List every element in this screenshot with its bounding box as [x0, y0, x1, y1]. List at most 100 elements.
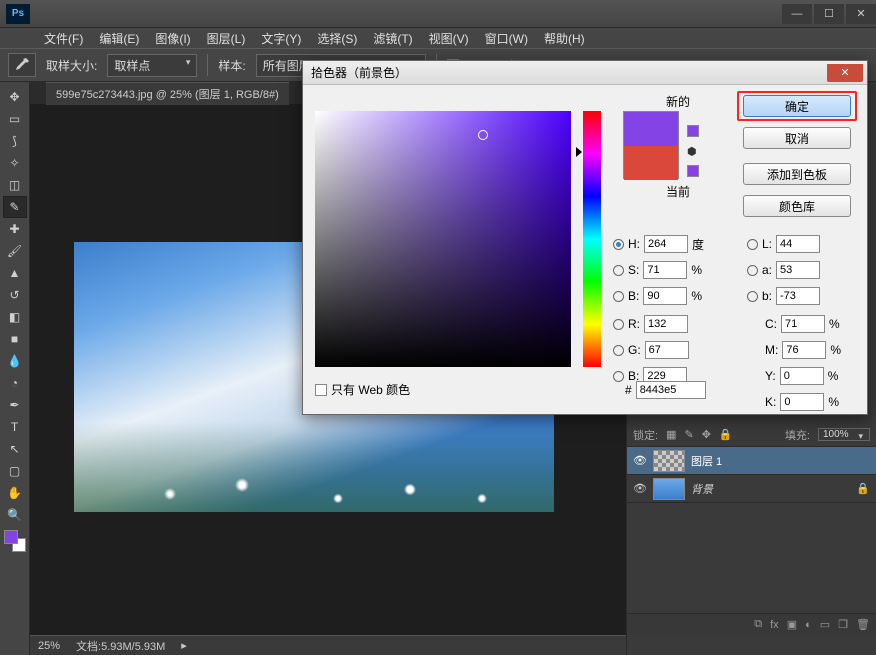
s-input[interactable]	[643, 261, 687, 279]
menu-help[interactable]: 帮助(H)	[538, 28, 591, 49]
color-swatches[interactable]	[4, 530, 26, 552]
r-radio[interactable]	[613, 319, 624, 330]
c-input[interactable]	[781, 315, 825, 333]
close-button[interactable]: ✕	[846, 4, 876, 24]
link-icon[interactable]: ⧉	[754, 618, 762, 631]
dialog-title-bar[interactable]: 拾色器（前景色） ✕	[303, 61, 867, 85]
tool-wand[interactable]: ✧	[4, 153, 26, 173]
tool-marquee[interactable]: ▭	[4, 109, 26, 129]
tool-lasso[interactable]: ⟆	[4, 131, 26, 151]
menu-image[interactable]: 图像(I)	[149, 28, 196, 49]
hex-input[interactable]	[636, 381, 706, 399]
menu-filter[interactable]: 滤镜(T)	[367, 28, 418, 49]
tool-brush[interactable]: 🖌	[4, 241, 26, 261]
group-icon[interactable]: ▭	[820, 618, 830, 631]
tool-gradient[interactable]: ■	[4, 329, 26, 349]
k-input[interactable]	[780, 393, 824, 411]
r-input[interactable]	[644, 315, 688, 333]
tool-dodge[interactable]: ◔	[4, 373, 26, 393]
tool-path-select[interactable]: ↖	[4, 439, 26, 459]
lock-pos-icon[interactable]: ✥	[702, 428, 711, 441]
menu-select[interactable]: 选择(S)	[311, 28, 363, 49]
hue-caret-icon	[576, 147, 582, 157]
layer-row[interactable]: 👁 图层 1	[627, 447, 876, 475]
g-group: G:	[613, 341, 689, 359]
cube-icon[interactable]: ⬢	[687, 145, 697, 158]
h-radio[interactable]	[613, 239, 624, 250]
lb-radio[interactable]	[747, 291, 758, 302]
menu-edit[interactable]: 编辑(E)	[93, 28, 145, 49]
tool-type[interactable]: T	[4, 417, 26, 437]
hue-slider[interactable]	[583, 111, 601, 367]
g-radio[interactable]	[613, 345, 624, 356]
nearest-swatch[interactable]	[687, 165, 699, 177]
tool-history-brush[interactable]: ↺	[4, 285, 26, 305]
a-input[interactable]	[776, 261, 820, 279]
g-input[interactable]	[645, 341, 689, 359]
tool-stamp[interactable]: ▲	[4, 263, 26, 283]
trash-icon[interactable]: 🗑	[856, 618, 870, 631]
lock-all-icon[interactable]: 🔒	[719, 428, 733, 441]
mask-icon[interactable]: ▣	[787, 618, 797, 631]
a-radio[interactable]	[747, 265, 758, 276]
layer-thumb[interactable]	[653, 478, 685, 500]
minimize-button[interactable]: —	[782, 4, 812, 24]
status-caret-icon[interactable]: ▸	[181, 639, 187, 652]
tool-shape[interactable]: ▢	[4, 461, 26, 481]
fill-dropdown[interactable]: 100%	[818, 428, 870, 441]
visibility-icon[interactable]: 👁	[633, 454, 647, 467]
sample-size-dropdown[interactable]: 取样点	[107, 54, 197, 77]
tool-hand[interactable]: ✋	[4, 483, 26, 503]
tool-move[interactable]: ✥	[4, 87, 26, 107]
lb-input[interactable]	[776, 287, 820, 305]
visibility-icon[interactable]: 👁	[633, 482, 647, 495]
b-input[interactable]	[643, 287, 687, 305]
menu-file[interactable]: 文件(F)	[38, 28, 89, 49]
layer-row[interactable]: 👁 背景 🔒	[627, 475, 876, 503]
b-radio[interactable]	[613, 291, 624, 302]
s-radio[interactable]	[613, 265, 624, 276]
bb-radio[interactable]	[613, 371, 624, 382]
maximize-button[interactable]: ☐	[814, 4, 844, 24]
layer-name[interactable]: 背景	[691, 481, 713, 497]
current-tool-icon[interactable]	[8, 53, 36, 77]
adjust-icon[interactable]: ◐	[805, 619, 812, 631]
tool-blur[interactable]: 💧	[4, 351, 26, 371]
ok-button[interactable]: 确定	[743, 95, 851, 117]
color-libraries-button[interactable]: 颜色库	[743, 195, 851, 217]
menu-window[interactable]: 窗口(W)	[479, 28, 534, 49]
tool-heal[interactable]: ✚	[4, 219, 26, 239]
saturation-value-field[interactable]	[315, 111, 571, 367]
l-radio[interactable]	[747, 239, 758, 250]
tool-crop[interactable]: ◫	[4, 175, 26, 195]
y-input[interactable]	[780, 367, 824, 385]
lock-label: 锁定:	[633, 427, 658, 443]
tool-eyedropper[interactable]: ✎	[4, 197, 26, 217]
h-input[interactable]	[644, 235, 688, 253]
lock-paint-icon[interactable]: ✎	[684, 428, 693, 441]
menu-view[interactable]: 视图(V)	[423, 28, 475, 49]
tool-eraser[interactable]: ◧	[4, 307, 26, 327]
add-swatch-button[interactable]: 添加到色板	[743, 163, 851, 185]
lock-trans-icon[interactable]: ▦	[666, 428, 676, 441]
tool-pen[interactable]: ✒	[4, 395, 26, 415]
menu-layer[interactable]: 图层(L)	[201, 28, 252, 49]
l-input[interactable]	[776, 235, 820, 253]
layer-thumb[interactable]	[653, 450, 685, 472]
dialog-close-button[interactable]: ✕	[827, 64, 863, 82]
fg-color[interactable]	[4, 530, 18, 544]
m-input[interactable]	[782, 341, 826, 359]
layer-name[interactable]: 图层 1	[691, 453, 722, 469]
websafe-swatch[interactable]	[687, 125, 699, 137]
web-only-checkbox[interactable]	[315, 384, 327, 396]
cancel-button[interactable]: 取消	[743, 127, 851, 149]
new-layer-icon[interactable]: ❐	[838, 618, 848, 631]
tool-zoom[interactable]: 🔍	[4, 505, 26, 525]
current-color-swatch[interactable]	[624, 146, 678, 180]
document-tab[interactable]: 599e75c273443.jpg @ 25% (图层 1, RGB/8#)	[46, 82, 289, 105]
menu-type[interactable]: 文字(Y)	[255, 28, 307, 49]
k-label: K:	[765, 395, 776, 409]
fx-icon[interactable]: fx	[770, 619, 779, 631]
eyedropper-icon	[14, 57, 30, 73]
zoom-level[interactable]: 25%	[38, 640, 60, 652]
